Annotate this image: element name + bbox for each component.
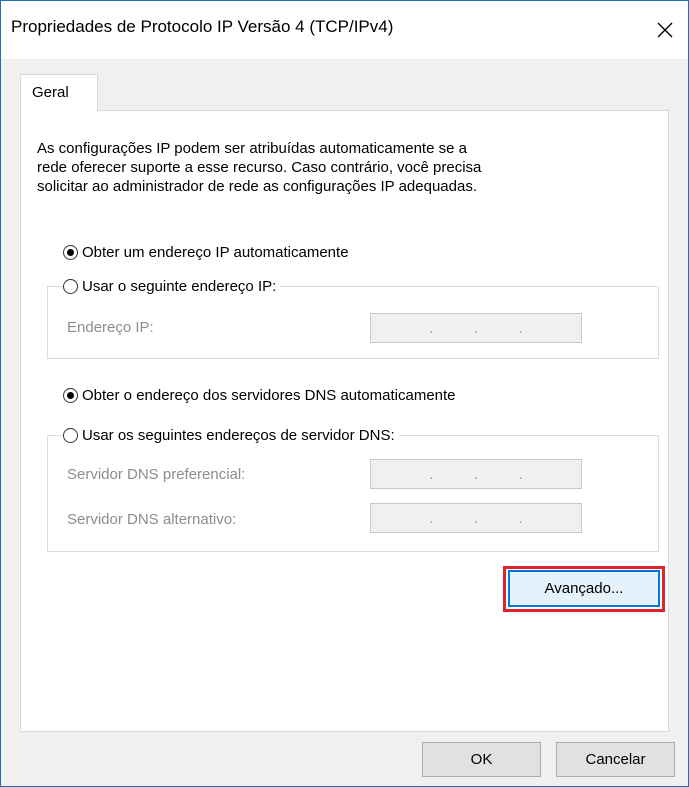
ok-button[interactable]: OK xyxy=(422,742,541,777)
radio-selected-icon xyxy=(63,388,78,403)
dns-preferred-label: Servidor DNS preferencial: xyxy=(67,466,246,483)
ip-auto-radio[interactable]: Obter um endereço IP automaticamente xyxy=(63,244,353,261)
dialog-window: Propriedades de Protocolo IP Versão 4 (T… xyxy=(0,0,689,787)
window-title: Propriedades de Protocolo IP Versão 4 (T… xyxy=(11,17,394,36)
cancel-button[interactable]: Cancelar xyxy=(556,742,675,777)
close-icon xyxy=(657,22,673,38)
dns-alternate-label: Servidor DNS alternativo: xyxy=(67,511,237,528)
advanced-button[interactable]: Avançado... xyxy=(508,570,660,607)
dns-group-box xyxy=(47,435,659,552)
description-text: As configurações IP podem ser atribuídas… xyxy=(37,140,482,195)
tab-geral[interactable]: Geral xyxy=(20,74,98,112)
dns-alternate-input: ... xyxy=(370,503,582,533)
tab-label: Geral xyxy=(32,84,69,101)
tab-panel xyxy=(20,110,669,732)
radio-unselected-icon xyxy=(63,279,78,294)
ip-manual-radio[interactable]: Usar o seguinte endereço IP: xyxy=(63,278,281,295)
title-bar: Propriedades de Protocolo IP Versão 4 (T… xyxy=(1,1,688,59)
dns-auto-radio[interactable]: Obter o endereço dos servidores DNS auto… xyxy=(63,387,460,404)
radio-unselected-icon xyxy=(63,428,78,443)
close-button[interactable] xyxy=(642,1,688,59)
radio-selected-icon xyxy=(63,245,78,260)
dns-manual-radio[interactable]: Usar os seguintes endereços de servidor … xyxy=(63,427,399,444)
ip-address-input: ... xyxy=(370,313,582,343)
dns-preferred-input: ... xyxy=(370,459,582,489)
ip-address-label: Endereço IP: xyxy=(67,319,154,336)
